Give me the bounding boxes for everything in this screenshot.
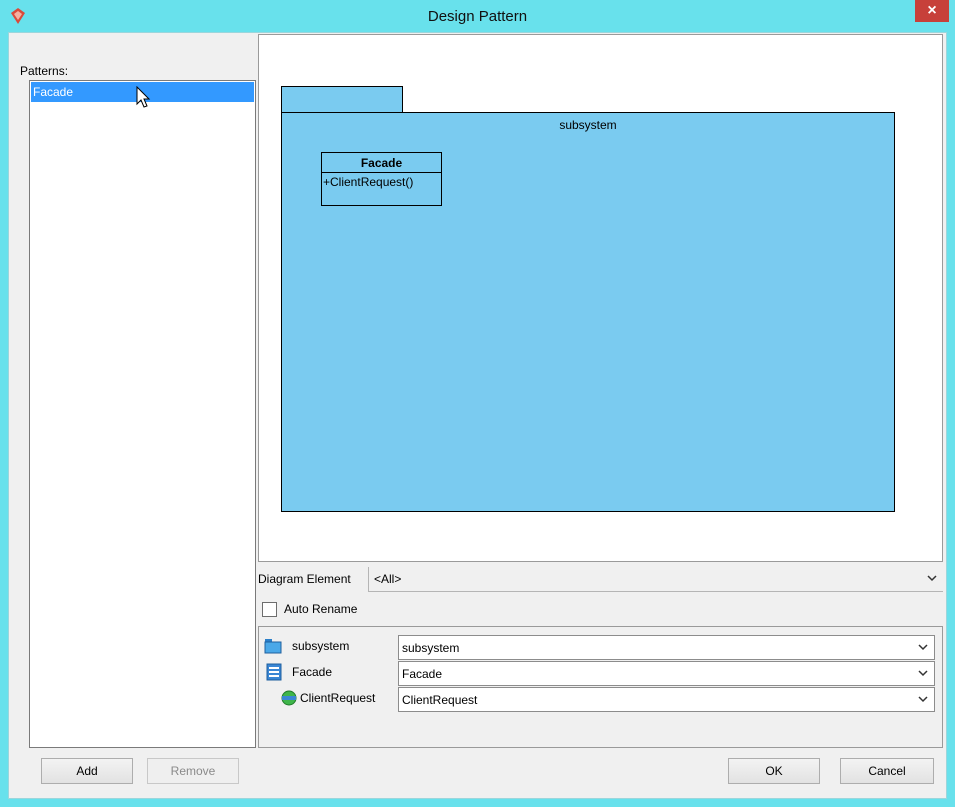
patterns-list[interactable]: Facade	[29, 80, 256, 748]
auto-rename-label: Auto Rename	[284, 602, 358, 616]
package-tab	[281, 86, 403, 113]
window-title: Design Pattern	[427, 8, 528, 25]
chevron-down-icon	[918, 670, 928, 677]
diagram-element-label: Diagram Element	[258, 572, 351, 586]
operation-icon	[281, 690, 297, 706]
chevron-down-icon	[918, 644, 928, 651]
patterns-label: Patterns:	[20, 64, 69, 78]
mapping-select-clientrequest[interactable]: ClientRequest	[398, 687, 935, 712]
ok-button[interactable]: OK	[728, 758, 820, 784]
mapping-value: Facade	[402, 667, 443, 681]
checkbox-box[interactable]	[262, 601, 277, 617]
mapping-value: ClientRequest	[402, 693, 478, 707]
class-operation: +ClientRequest()	[323, 175, 414, 189]
package-icon	[264, 639, 282, 654]
class-icon	[266, 663, 282, 681]
mapping-name: subsystem	[292, 639, 350, 653]
add-button[interactable]: Add	[41, 758, 133, 784]
package-name: subsystem	[559, 118, 617, 132]
mouse-cursor-icon	[136, 86, 151, 108]
mapping-select-facade[interactable]: Facade	[398, 661, 935, 686]
mapping-select-subsystem[interactable]: subsystem	[398, 635, 935, 660]
mapping-name: Facade	[292, 665, 333, 679]
cancel-button[interactable]: Cancel	[840, 758, 934, 784]
title-bar: Design Pattern ×	[0, 0, 955, 32]
chevron-down-icon	[927, 575, 937, 582]
close-button[interactable]: ×	[915, 0, 949, 22]
diagram-element-select[interactable]: <All>	[368, 567, 943, 592]
class-shape-facade: Facade +ClientRequest()	[321, 152, 442, 206]
diagram-element-value: <All>	[374, 572, 402, 586]
mapping-name: ClientRequest	[300, 691, 376, 705]
chevron-down-icon	[918, 696, 928, 703]
mapping-value: subsystem	[402, 641, 460, 655]
auto-rename-checkbox[interactable]: Auto Rename	[262, 600, 357, 618]
class-name: Facade	[322, 153, 441, 173]
remove-button[interactable]: Remove	[147, 758, 239, 784]
